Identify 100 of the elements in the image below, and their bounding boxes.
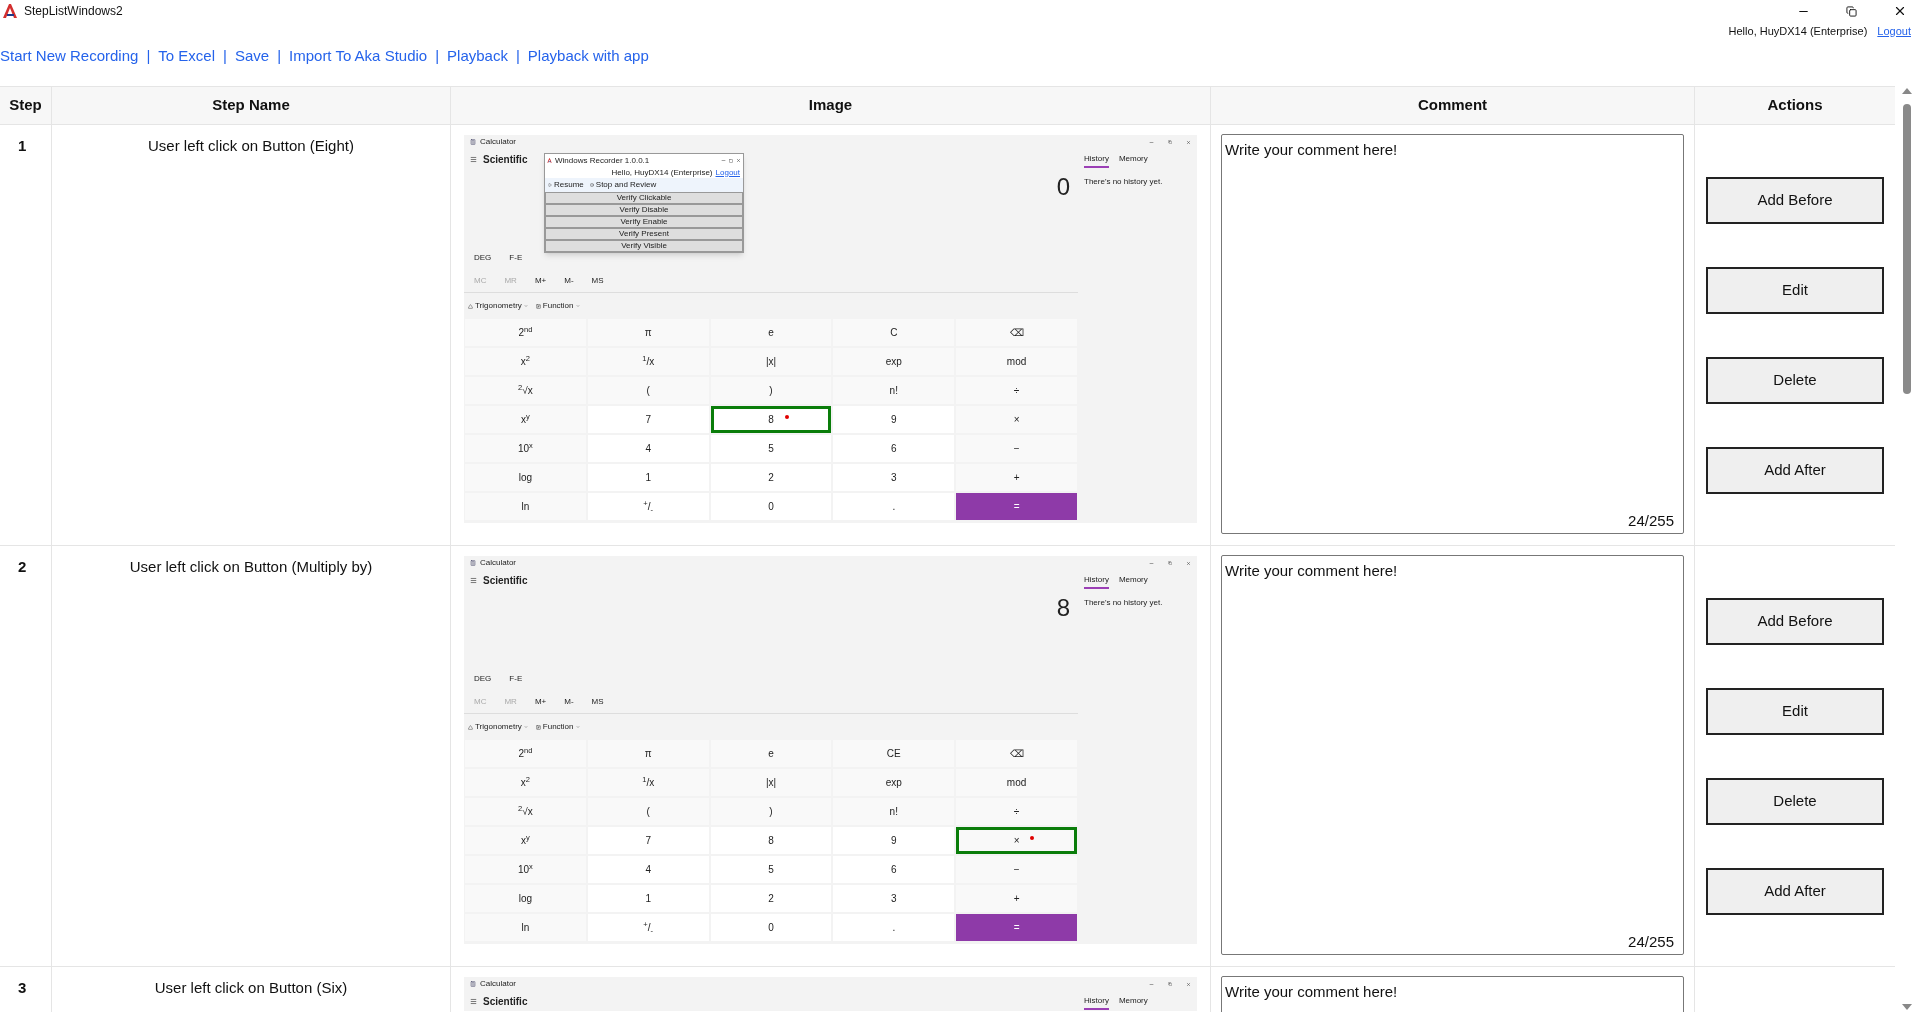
calculator-key[interactable]: $^{2}$√x — [465, 377, 586, 404]
dropdown-menu[interactable]: Trigonometry — [468, 300, 528, 312]
calculator-key[interactable]: ÷ — [956, 377, 1077, 404]
calculator-key[interactable]: 5 — [710, 856, 832, 883]
action-button[interactable]: Delete — [1706, 357, 1884, 404]
calculator-key[interactable]: 7 — [587, 827, 709, 854]
calculator-key[interactable]: π — [587, 740, 709, 767]
calculator-key[interactable]: $^{2}$√x — [465, 798, 586, 825]
calculator-key[interactable]: ) — [710, 798, 832, 825]
calculator-key[interactable]: . — [833, 914, 955, 941]
dropdown-menu[interactable]: Function — [535, 300, 580, 312]
calculator-key[interactable]: 8 — [710, 827, 832, 854]
mode-toggle[interactable]: DEG — [474, 252, 492, 264]
calculator-key[interactable]: 2$^{nd}$ — [465, 319, 586, 346]
calculator-key[interactable]: $^{+}$/$_{-}$ — [587, 493, 709, 520]
calculator-key[interactable]: ( — [587, 798, 709, 825]
calculator-key[interactable]: 8 — [710, 406, 832, 433]
calculator-key[interactable]: $^{1}$/x — [587, 348, 709, 375]
panel-tab[interactable]: History — [1084, 574, 1109, 589]
panel-tab[interactable]: History — [1084, 153, 1109, 168]
calculator-key[interactable]: ln — [465, 914, 586, 941]
calculator-key[interactable]: = — [956, 493, 1077, 520]
calculator-key[interactable]: x$^{y}$ — [465, 827, 586, 854]
action-button[interactable]: Add After — [1706, 447, 1884, 494]
calculator-key[interactable]: ÷ — [956, 798, 1077, 825]
calculator-key[interactable]: × — [956, 827, 1077, 854]
memory-button[interactable]: M+ — [534, 274, 547, 287]
calculator-key[interactable]: 10$^{x}$ — [465, 435, 586, 462]
close-icon[interactable] — [1893, 4, 1907, 18]
calculator-key[interactable]: − — [956, 856, 1077, 883]
memory-button[interactable]: MS — [591, 274, 604, 287]
calculator-key[interactable]: log — [465, 464, 586, 491]
calculator-key[interactable]: 2 — [710, 885, 832, 912]
calculator-key[interactable]: 0 — [710, 914, 832, 941]
toolbar-link[interactable]: Playback with app — [527, 44, 649, 68]
calculator-key[interactable]: ) — [710, 377, 832, 404]
action-button[interactable]: Add Before — [1706, 177, 1884, 224]
calculator-key[interactable]: n! — [833, 377, 955, 404]
recorder-tool-button[interactable]: Resume — [548, 179, 584, 191]
calculator-key[interactable]: 5 — [710, 435, 832, 462]
dropdown-menu[interactable]: Function — [535, 721, 580, 733]
memory-button[interactable]: M- — [564, 695, 574, 708]
toolbar-link[interactable]: Save — [234, 44, 270, 68]
calculator-key[interactable]: e — [710, 319, 832, 346]
calculator-key[interactable]: 7 — [587, 406, 709, 433]
action-button[interactable]: Edit — [1706, 267, 1884, 314]
calculator-key[interactable]: mod — [956, 769, 1077, 796]
calculator-key[interactable]: 4 — [587, 435, 709, 462]
calculator-key[interactable]: = — [956, 914, 1077, 941]
verify-button[interactable]: Verify Enable — [545, 216, 743, 228]
menu-icon[interactable] — [470, 155, 477, 163]
memory-button[interactable]: MS — [591, 695, 604, 708]
panel-tab[interactable]: History — [1084, 995, 1109, 1010]
calculator-key[interactable]: 3 — [833, 885, 955, 912]
memory-button[interactable]: M+ — [534, 695, 547, 708]
restore-icon[interactable] — [1846, 5, 1857, 17]
verify-button[interactable]: Verify Clickable — [545, 192, 743, 204]
calculator-key[interactable]: CE — [833, 740, 955, 767]
calculator-key[interactable]: × — [956, 406, 1077, 433]
calculator-key[interactable]: 9 — [833, 406, 955, 433]
calculator-key[interactable]: + — [956, 464, 1077, 491]
calculator-key[interactable]: e — [710, 740, 832, 767]
toolbar-link[interactable]: Playback — [447, 44, 508, 68]
calculator-key[interactable]: 6 — [833, 856, 955, 883]
dropdown-menu[interactable]: Trigonometry — [468, 721, 528, 733]
verify-button[interactable]: Verify Disable — [545, 204, 743, 216]
calculator-key[interactable]: mod — [956, 348, 1077, 375]
action-button[interactable]: Delete — [1706, 778, 1884, 825]
calculator-key[interactable]: |x| — [710, 769, 832, 796]
memory-button[interactable]: M- — [564, 274, 574, 287]
menu-icon[interactable] — [470, 576, 477, 584]
calculator-key[interactable]: 1 — [587, 885, 709, 912]
calculator-key[interactable]: 2 — [710, 464, 832, 491]
calculator-key[interactable]: ⌫ — [956, 319, 1077, 346]
calculator-key[interactable]: 2$^{nd}$ — [465, 740, 586, 767]
calculator-key[interactable]: 10$^{x}$ — [465, 856, 586, 883]
toolbar-link[interactable]: Import To Aka Studio — [289, 44, 428, 68]
calculator-key[interactable]: ln — [465, 493, 586, 520]
calculator-key[interactable]: x$^{y}$ — [465, 406, 586, 433]
menu-icon[interactable] — [470, 997, 477, 1005]
calculator-key[interactable]: x$^{2}$ — [465, 769, 586, 796]
calculator-key[interactable]: C — [833, 319, 955, 346]
calculator-key[interactable]: 3 — [833, 464, 955, 491]
logout-link[interactable]: Logout — [715, 166, 740, 179]
calculator-key[interactable]: exp — [833, 348, 955, 375]
calculator-key[interactable]: 6 — [833, 435, 955, 462]
action-button[interactable]: Add Before — [1706, 598, 1884, 645]
logout-link[interactable]: Logout — [1877, 22, 1911, 40]
action-button[interactable]: Add After — [1706, 868, 1884, 915]
calculator-key[interactable]: ⌫ — [956, 740, 1077, 767]
recorder-tool-button[interactable]: Stop and Review — [589, 179, 657, 191]
panel-tab[interactable]: Memory — [1118, 574, 1148, 589]
verify-button[interactable]: Verify Visible — [545, 240, 743, 252]
panel-tab[interactable]: Memory — [1118, 153, 1148, 168]
calculator-key[interactable]: $^{+}$/$_{-}$ — [587, 914, 709, 941]
calculator-key[interactable]: ( — [587, 377, 709, 404]
calculator-key[interactable]: $^{1}$/x — [587, 769, 709, 796]
mode-toggle[interactable]: F-E — [509, 673, 523, 685]
comment-field[interactable]: Write your comment here! — [1221, 976, 1684, 1012]
calculator-key[interactable]: 9 — [833, 827, 955, 854]
